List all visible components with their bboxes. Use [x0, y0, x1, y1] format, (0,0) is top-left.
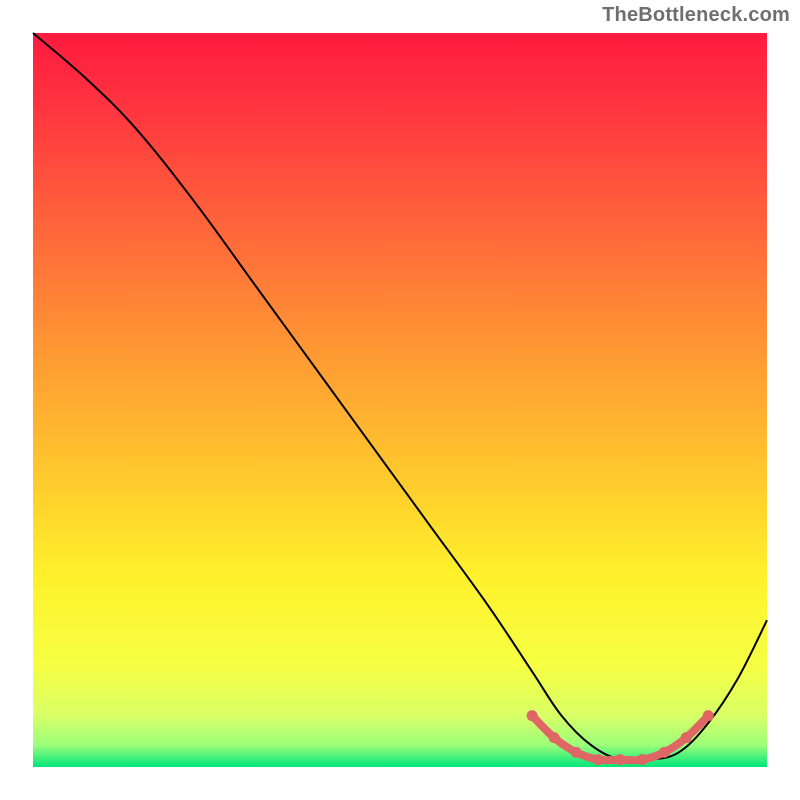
bottleneck-chart: [0, 0, 800, 800]
marker-dot: [681, 732, 692, 743]
plot-background: [33, 33, 767, 767]
marker-dot: [659, 747, 670, 758]
marker-dot: [637, 754, 648, 765]
marker-dot: [593, 754, 604, 765]
marker-dot: [571, 747, 582, 758]
chart-stage: TheBottleneck.com: [0, 0, 800, 800]
marker-dot: [549, 732, 560, 743]
marker-dot: [615, 754, 626, 765]
marker-dot: [703, 710, 714, 721]
marker-dot: [527, 710, 538, 721]
